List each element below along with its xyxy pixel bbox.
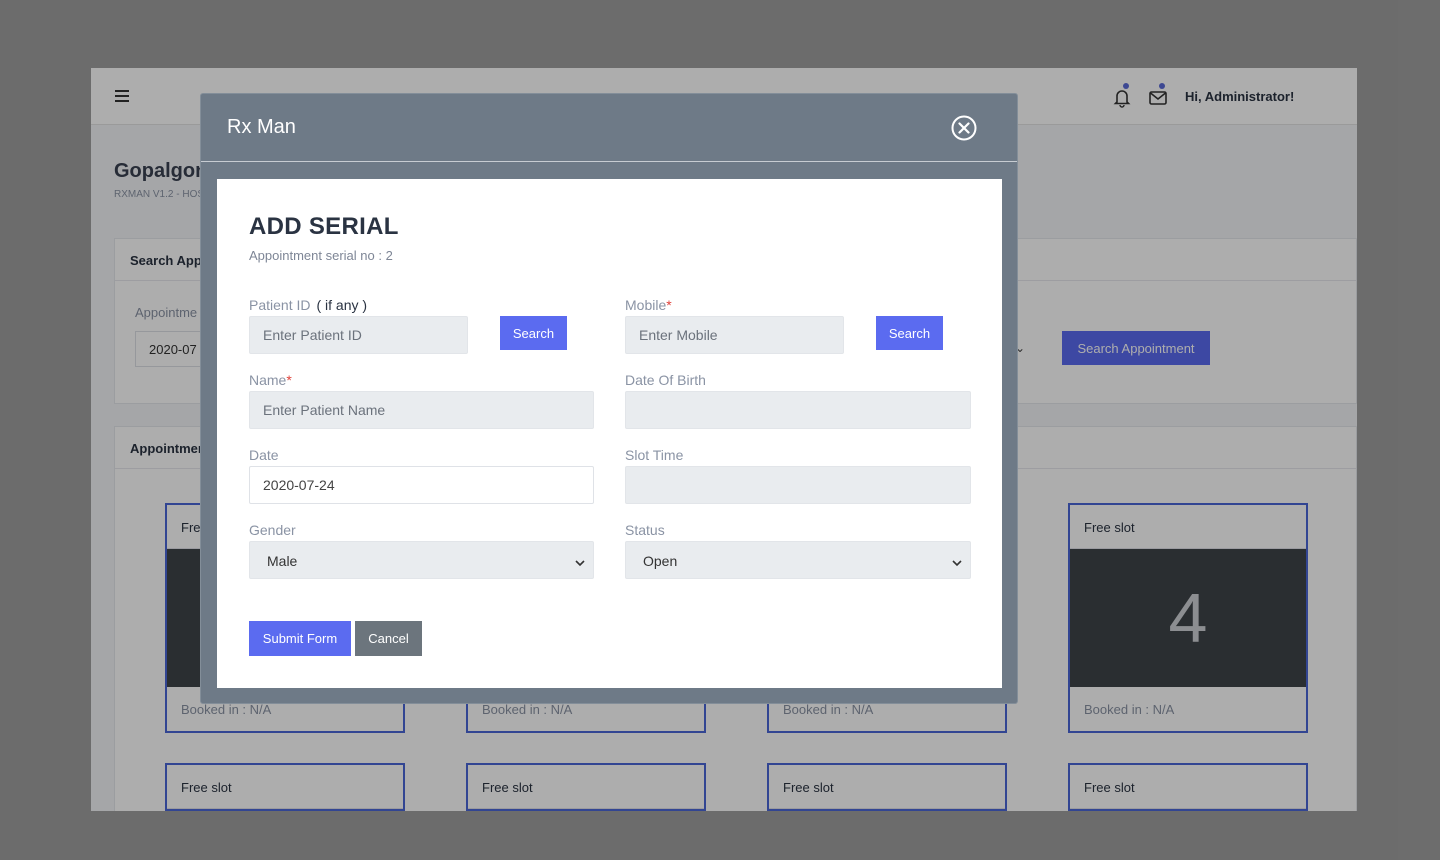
cancel-button[interactable]: Cancel xyxy=(355,621,422,656)
status-selected-value: Open xyxy=(643,553,678,569)
dob-label: Date Of Birth xyxy=(625,372,706,388)
mobile-input[interactable] xyxy=(625,316,844,354)
name-label-text: Name xyxy=(249,372,287,388)
slot-card[interactable]: Free slot xyxy=(466,763,706,811)
slot-header: Free slot xyxy=(167,765,403,809)
patient-id-label: Patient ID ( if any ) xyxy=(249,297,367,313)
slot-footer: Booked in : N/A xyxy=(1084,702,1175,717)
required-mark: * xyxy=(666,297,672,313)
slot-header: Free slot xyxy=(468,765,704,809)
modal-title: Rx Man xyxy=(227,116,296,138)
submit-form-button[interactable]: Submit Form xyxy=(249,621,351,656)
patient-id-input[interactable] xyxy=(249,316,468,354)
mobile-search-button[interactable]: Search xyxy=(876,316,943,350)
mobile-label-text: Mobile xyxy=(625,297,667,313)
patient-search-button[interactable]: Search xyxy=(500,316,567,350)
patient-id-hint: ( if any ) xyxy=(316,297,368,313)
modal-header: Rx Man xyxy=(201,94,1017,162)
slot-number: 4 xyxy=(1070,549,1306,687)
form-title: ADD SERIAL xyxy=(249,213,399,240)
slot-card[interactable]: Free slot xyxy=(165,763,405,811)
patient-id-label-text: Patient ID xyxy=(249,297,311,313)
gender-selected-value: Male xyxy=(267,553,298,569)
date-input[interactable] xyxy=(249,466,594,504)
slot-header: Free slot xyxy=(1070,505,1306,549)
slot-card[interactable]: Free slot 4 Booked in : N/A xyxy=(1068,503,1308,733)
add-serial-form: ADD SERIAL Appointment serial no : 2 Pat… xyxy=(217,179,1002,688)
status-select[interactable]: Open xyxy=(625,541,971,579)
slot-header: Free slot xyxy=(769,765,1005,809)
gender-select[interactable]: Male xyxy=(249,541,594,579)
slot-card[interactable]: Free slot xyxy=(1068,763,1308,811)
date-label: Date xyxy=(249,447,279,463)
status-label: Status xyxy=(625,522,665,538)
patient-name-input[interactable] xyxy=(249,391,594,429)
appointment-date-label: Appointme xyxy=(135,305,198,320)
notification-dot xyxy=(1123,83,1129,89)
gender-label: Gender xyxy=(249,522,296,538)
user-greeting[interactable]: Hi, Administrator! xyxy=(1185,89,1294,104)
notification-bell-icon[interactable] xyxy=(1111,83,1133,108)
slot-card[interactable]: Free slot xyxy=(767,763,1007,811)
add-serial-modal: Rx Man ADD SERIAL Appointment serial no … xyxy=(200,93,1018,704)
appointment-serial-number: Appointment serial no : 2 xyxy=(249,248,393,263)
close-icon[interactable] xyxy=(950,114,978,142)
chevron-down-icon xyxy=(952,555,962,567)
mail-icon[interactable] xyxy=(1147,83,1169,108)
search-appointment-button[interactable]: Search Appointment xyxy=(1062,331,1210,365)
organization-name: Gopalgon xyxy=(114,160,208,182)
slot-header: Free slot xyxy=(1070,765,1306,809)
hamburger-menu-icon[interactable] xyxy=(115,90,129,102)
organization-subtitle: RXMAN V1.2 - HOS xyxy=(114,189,205,200)
date-of-birth-input[interactable] xyxy=(625,391,971,429)
name-label: Name* xyxy=(249,372,292,388)
required-mark: * xyxy=(286,372,292,388)
mobile-label: Mobile* xyxy=(625,297,672,313)
mail-dot xyxy=(1159,83,1165,89)
slot-time-label: Slot Time xyxy=(625,447,684,463)
chevron-down-icon xyxy=(575,555,585,567)
slot-time-input[interactable] xyxy=(625,466,971,504)
